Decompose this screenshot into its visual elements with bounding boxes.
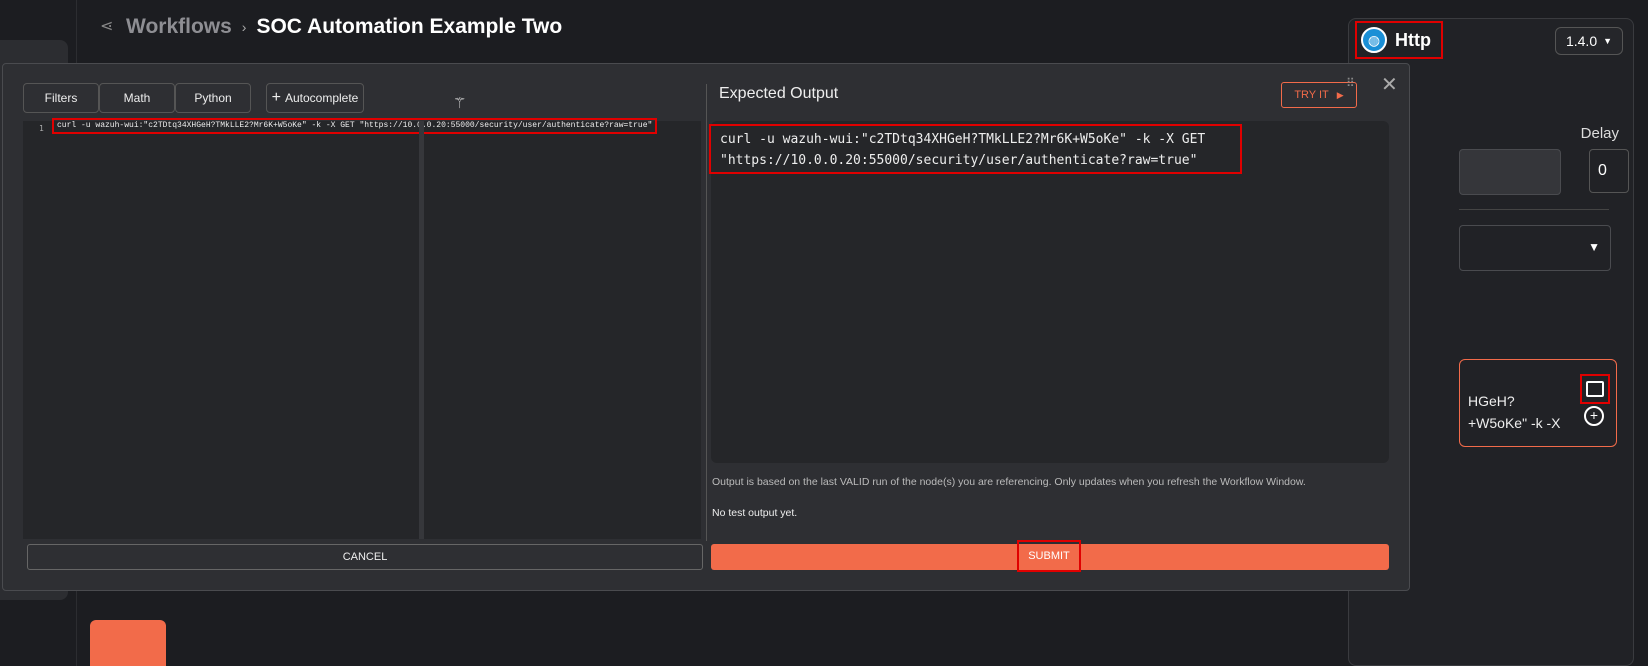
- version-select[interactable]: 1.4.0 ▼: [1555, 27, 1623, 55]
- divider: [1459, 209, 1609, 210]
- drag-handle-icon[interactable]: ⠿: [1346, 76, 1355, 90]
- body-preview: HGeH? +W5oKe" -k -X: [1468, 393, 1561, 431]
- chevron-down-icon: ▼: [1603, 36, 1613, 46]
- autocomplete-button[interactable]: + Autocomplete: [266, 83, 364, 113]
- code-editor-modal: Filters Math Python + Autocomplete ⚚ 1 c…: [2, 63, 1410, 591]
- tab-filters[interactable]: Filters: [23, 83, 99, 113]
- panel-divider: [706, 84, 707, 541]
- expected-output-code: curl -u wazuh-wui:"c2TDtq34XHGeH?TMkLLE2…: [709, 124, 1242, 174]
- try-it-label: TRY IT: [1294, 89, 1329, 101]
- workflow-icon: ⋖: [100, 18, 114, 35]
- code-line[interactable]: curl -u wazuh-wui:"c2TDtq34XHGeH?TMkLLE2…: [51, 118, 658, 134]
- save-button[interactable]: [90, 620, 166, 666]
- submit-button[interactable]: SUBMIT: [711, 540, 1389, 572]
- breadcrumb: ⋖ Workflows › SOC Automation Example Two: [100, 10, 562, 44]
- breadcrumb-separator: ›: [241, 19, 247, 35]
- play-icon: ▶: [1336, 89, 1344, 100]
- editor-split-handle[interactable]: [419, 121, 424, 539]
- expand-icon: [1586, 381, 1604, 397]
- submit-label: SUBMIT: [1017, 540, 1081, 572]
- page-title: SOC Automation Example Two: [256, 15, 563, 38]
- autocomplete-label: Autocomplete: [284, 91, 359, 105]
- expand-button[interactable]: [1580, 374, 1610, 404]
- version-label: 1.4.0: [1565, 33, 1598, 49]
- chevron-down-icon: ▼: [1588, 240, 1600, 254]
- expected-output-title: Expected Output: [719, 85, 839, 102]
- breadcrumb-workflows-link[interactable]: Workflows: [126, 15, 232, 39]
- action-input[interactable]: [1459, 149, 1561, 195]
- globe-icon: ◍: [1361, 27, 1387, 53]
- line-number: 1: [39, 124, 44, 133]
- expected-output-box: curl -u wazuh-wui:"c2TDtq34XHGeH?TMkLLE2…: [709, 121, 1389, 463]
- magic-wand-icon[interactable]: ⚚: [453, 94, 466, 112]
- app-name-label: Http: [1395, 29, 1431, 50]
- delay-label: Delay: [1580, 125, 1619, 142]
- cancel-button[interactable]: CANCEL: [27, 544, 703, 570]
- plus-icon: +: [271, 89, 281, 106]
- body-field[interactable]: HGeH? +W5oKe" -k -X +: [1459, 359, 1617, 447]
- action-select[interactable]: ▼: [1459, 225, 1611, 271]
- add-circle-icon[interactable]: +: [1584, 406, 1604, 426]
- no-output-text: No test output yet.: [712, 507, 798, 519]
- tab-math[interactable]: Math: [99, 83, 175, 113]
- output-note: Output is based on the last VALID run of…: [712, 476, 1306, 488]
- tab-python[interactable]: Python: [175, 83, 251, 113]
- code-editor[interactable]: 1 curl -u wazuh-wui:"c2TDtq34XHGeH?TMkLL…: [23, 118, 701, 539]
- app-name: ◍ Http: [1355, 21, 1443, 59]
- delay-input[interactable]: 0: [1589, 149, 1629, 193]
- close-icon[interactable]: ✕: [1381, 72, 1398, 97]
